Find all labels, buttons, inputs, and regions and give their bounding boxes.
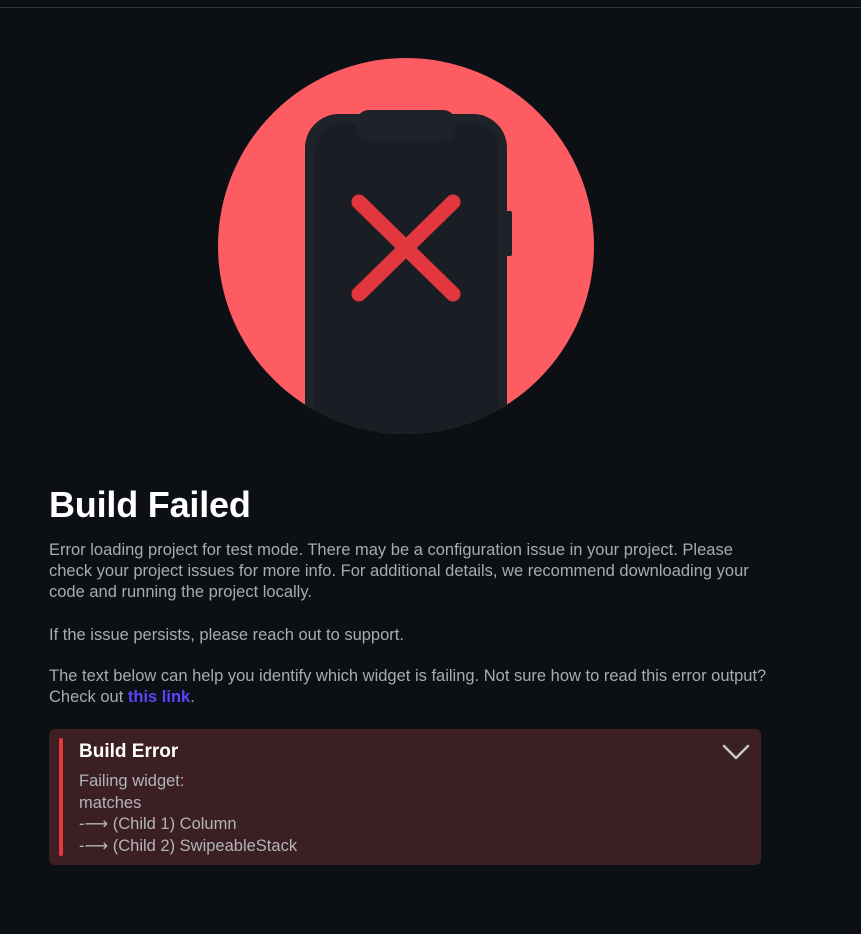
build-error-output: Failing widget: matches -⟶ (Child 1) Col… bbox=[79, 771, 297, 857]
help-message: The text below can help you identify whi… bbox=[49, 666, 769, 708]
top-divider bbox=[0, 7, 861, 8]
support-message: If the issue persists, please reach out … bbox=[49, 626, 404, 644]
chevron-down-icon[interactable] bbox=[721, 741, 751, 763]
error-accent-bar bbox=[59, 738, 63, 856]
build-error-title: Build Error bbox=[79, 741, 179, 762]
config-error-message: Error loading project for test mode. The… bbox=[49, 541, 749, 601]
error-line-widget-name: matches bbox=[79, 793, 142, 812]
help-link[interactable]: this link bbox=[128, 688, 190, 706]
phone-notch bbox=[356, 110, 456, 141]
build-error-panel: Build Error Failing widget: matches -⟶ (… bbox=[49, 729, 761, 865]
page-title: Build Failed bbox=[49, 484, 251, 525]
error-line-failing-widget: Failing widget: bbox=[79, 772, 185, 790]
build-failed-page: Build Failed Error loading project for t… bbox=[0, 0, 861, 934]
error-line-child-1: -⟶ (Child 1) Column bbox=[79, 815, 237, 833]
phone-error-icon bbox=[218, 58, 594, 434]
error-line-child-2: -⟶ (Child 2) SwipeableStack bbox=[79, 836, 298, 855]
help-message-suffix: . bbox=[190, 688, 195, 706]
